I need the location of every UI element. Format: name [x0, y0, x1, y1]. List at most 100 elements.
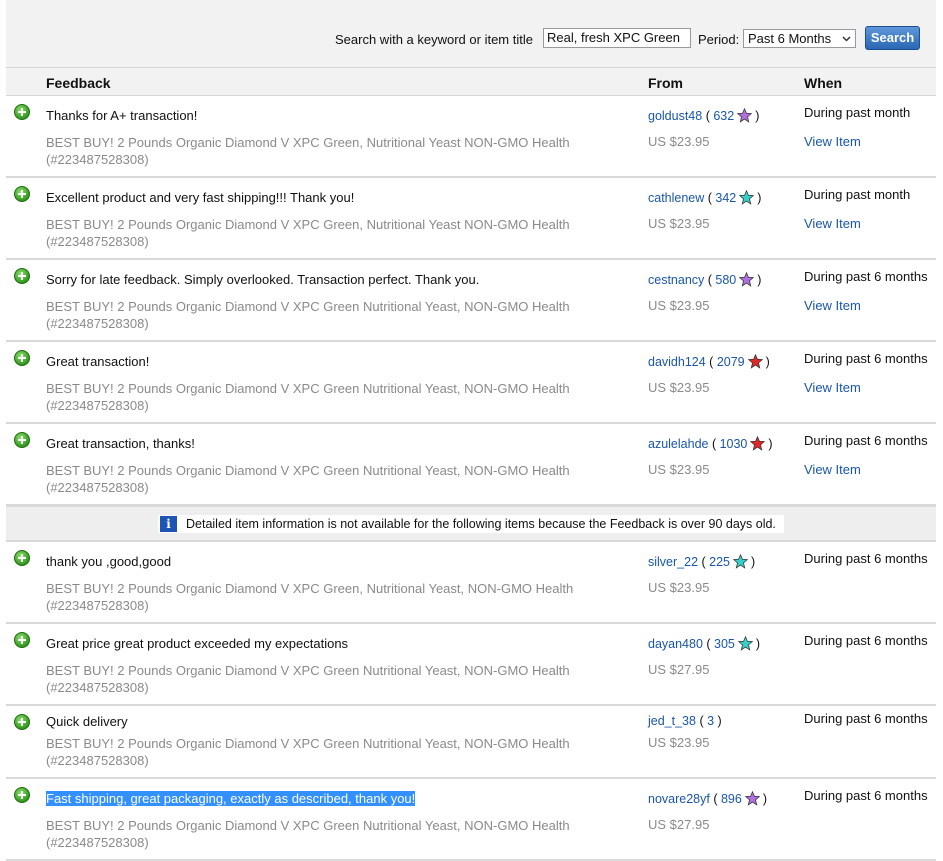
- view-item-link[interactable]: View Item: [804, 134, 861, 149]
- item-title: BEST BUY! 2 Pounds Organic Diamond V XPC…: [46, 663, 570, 695]
- item-price: US $23.95: [648, 298, 710, 313]
- user-link[interactable]: jed_t_38: [648, 714, 696, 728]
- item-price: US $23.95: [648, 462, 710, 477]
- item-price: US $23.95: [648, 134, 710, 149]
- star-icon: [750, 436, 766, 451]
- table-row: Excellent product and very fast shipping…: [6, 178, 936, 260]
- feedback-when: During past 6 months: [804, 788, 928, 803]
- positive-feedback-icon: [14, 787, 30, 803]
- feedback-when: During past month: [804, 187, 911, 202]
- feedback-comment: Great transaction!: [46, 354, 150, 369]
- feedback-when: During past 6 months: [804, 269, 928, 284]
- chevron-down-icon: [842, 36, 851, 42]
- feedback-score[interactable]: 580: [715, 273, 736, 287]
- table-row: Fast shipping, great packaging, exactly …: [6, 779, 936, 861]
- star-icon: [739, 272, 755, 287]
- feedback-score[interactable]: 896: [721, 792, 742, 806]
- user-link[interactable]: cathlenew: [648, 191, 704, 205]
- user-link[interactable]: dayan480: [648, 637, 703, 651]
- item-price: US $23.95: [648, 380, 710, 395]
- search-bar: Search with a keyword or item title Real…: [6, 0, 936, 68]
- item-price: US $27.95: [648, 817, 710, 832]
- positive-feedback-icon: [14, 432, 30, 448]
- notice-box: i Detailed item information is not avail…: [158, 515, 784, 533]
- table-row: Quick delivery BEST BUY! 2 Pounds Organic…: [6, 706, 936, 779]
- feedback-user[interactable]: novare28yf ( 896): [648, 791, 767, 806]
- table-header: Feedback From When: [6, 68, 936, 96]
- user-link[interactable]: davidh124: [648, 355, 706, 369]
- positive-feedback-icon: [14, 104, 30, 120]
- positive-feedback-icon: [14, 186, 30, 202]
- feedback-when: During past 6 months: [804, 633, 928, 648]
- item-price: US $27.95: [648, 662, 710, 677]
- view-item-link[interactable]: View Item: [804, 380, 861, 395]
- feedback-user[interactable]: davidh124 ( 2079): [648, 354, 770, 369]
- star-icon: [737, 636, 753, 651]
- star-icon: [737, 108, 753, 123]
- item-price: US $23.95: [648, 735, 710, 750]
- feedback-when: During past 6 months: [804, 433, 928, 448]
- table-row: thank you ,good,good BEST BUY! 2 Pounds O…: [6, 542, 936, 624]
- feedback-user[interactable]: cestnancy ( 580): [648, 272, 761, 287]
- feedback-comment: Great transaction, thanks!: [46, 436, 195, 451]
- period-label: Period:: [698, 32, 740, 47]
- feedback-user[interactable]: jed_t_38 ( 3 ): [648, 714, 722, 728]
- positive-feedback-icon: [14, 632, 30, 648]
- item-title: BEST BUY! 2 Pounds Organic Diamond V XPC…: [46, 463, 570, 495]
- item-price: US $23.95: [648, 580, 710, 595]
- feedback-when: During past 6 months: [804, 551, 928, 566]
- header-feedback: Feedback: [46, 75, 111, 91]
- user-link[interactable]: azulelahde: [648, 437, 708, 451]
- view-item-link[interactable]: View Item: [804, 216, 861, 231]
- item-price: US $23.95: [648, 216, 710, 231]
- feedback-user[interactable]: goldust48 ( 632): [648, 108, 759, 123]
- keyword-input[interactable]: Real, fresh XPC Green: [543, 28, 691, 48]
- positive-feedback-icon: [14, 350, 30, 366]
- item-title: BEST BUY! 2 Pounds Organic Diamond V XPC…: [46, 736, 570, 768]
- feedback-user[interactable]: azulelahde ( 1030): [648, 436, 773, 451]
- feedback-comment: Thanks for A+ transaction!: [46, 108, 198, 123]
- keyword-label: Search with a keyword or item title: [335, 32, 533, 47]
- feedback-user[interactable]: silver_22 ( 225): [648, 554, 755, 569]
- feedback-comment: Great price great product exceeded my ex…: [46, 636, 349, 651]
- feedback-score[interactable]: 632: [713, 109, 734, 123]
- feedback-score[interactable]: 1030: [720, 437, 748, 451]
- star-icon: [747, 354, 763, 369]
- header-from: From: [648, 75, 683, 91]
- item-title: BEST BUY! 2 Pounds Organic Diamond V XPC…: [46, 818, 570, 850]
- feedback-comment: thank you ,good,good: [46, 554, 172, 569]
- feedback-comment: Excellent product and very fast shipping…: [46, 190, 355, 205]
- feedback-score[interactable]: 225: [709, 555, 730, 569]
- feedback-comment: Sorry for late feedback. Simply overlook…: [46, 272, 480, 287]
- user-link[interactable]: novare28yf: [648, 792, 710, 806]
- header-when: When: [804, 75, 843, 91]
- period-select[interactable]: Past 6 Months: [743, 29, 856, 48]
- table-row: Thanks for A+ transaction! BEST BUY! 2 Po…: [6, 96, 936, 178]
- table-row: Great price great product exceeded my ex…: [6, 624, 936, 706]
- view-item-link[interactable]: View Item: [804, 462, 861, 477]
- star-icon: [739, 190, 755, 205]
- user-link[interactable]: silver_22: [648, 555, 698, 569]
- positive-feedback-icon: [14, 268, 30, 284]
- item-title: BEST BUY! 2 Pounds Organic Diamond V XPC…: [46, 217, 570, 249]
- feedback-user[interactable]: cathlenew ( 342): [648, 190, 761, 205]
- feedback-comment: Quick delivery: [46, 714, 128, 729]
- view-item-link[interactable]: View Item: [804, 298, 861, 313]
- feedback-when: During past 6 months: [804, 351, 928, 366]
- feedback-score[interactable]: 342: [715, 191, 736, 205]
- notice-text: Detailed item information is not availab…: [186, 517, 776, 531]
- item-title: BEST BUY! 2 Pounds Organic Diamond V XPC…: [46, 581, 574, 613]
- user-link[interactable]: cestnancy: [648, 273, 704, 287]
- feedback-score[interactable]: 305: [714, 637, 735, 651]
- user-link[interactable]: goldust48: [648, 109, 702, 123]
- positive-feedback-icon: [14, 714, 30, 730]
- search-button[interactable]: Search: [865, 26, 920, 50]
- info-icon: i: [160, 516, 177, 532]
- feedback-user[interactable]: dayan480 ( 305): [648, 636, 760, 651]
- feedback-when: During past month: [804, 105, 911, 120]
- period-value: Past 6 Months: [748, 31, 832, 46]
- star-icon: [733, 554, 748, 569]
- feedback-comment: Fast shipping, great packaging, exactly …: [46, 791, 416, 806]
- feedback-score[interactable]: 3: [707, 714, 714, 728]
- feedback-score[interactable]: 2079: [717, 355, 745, 369]
